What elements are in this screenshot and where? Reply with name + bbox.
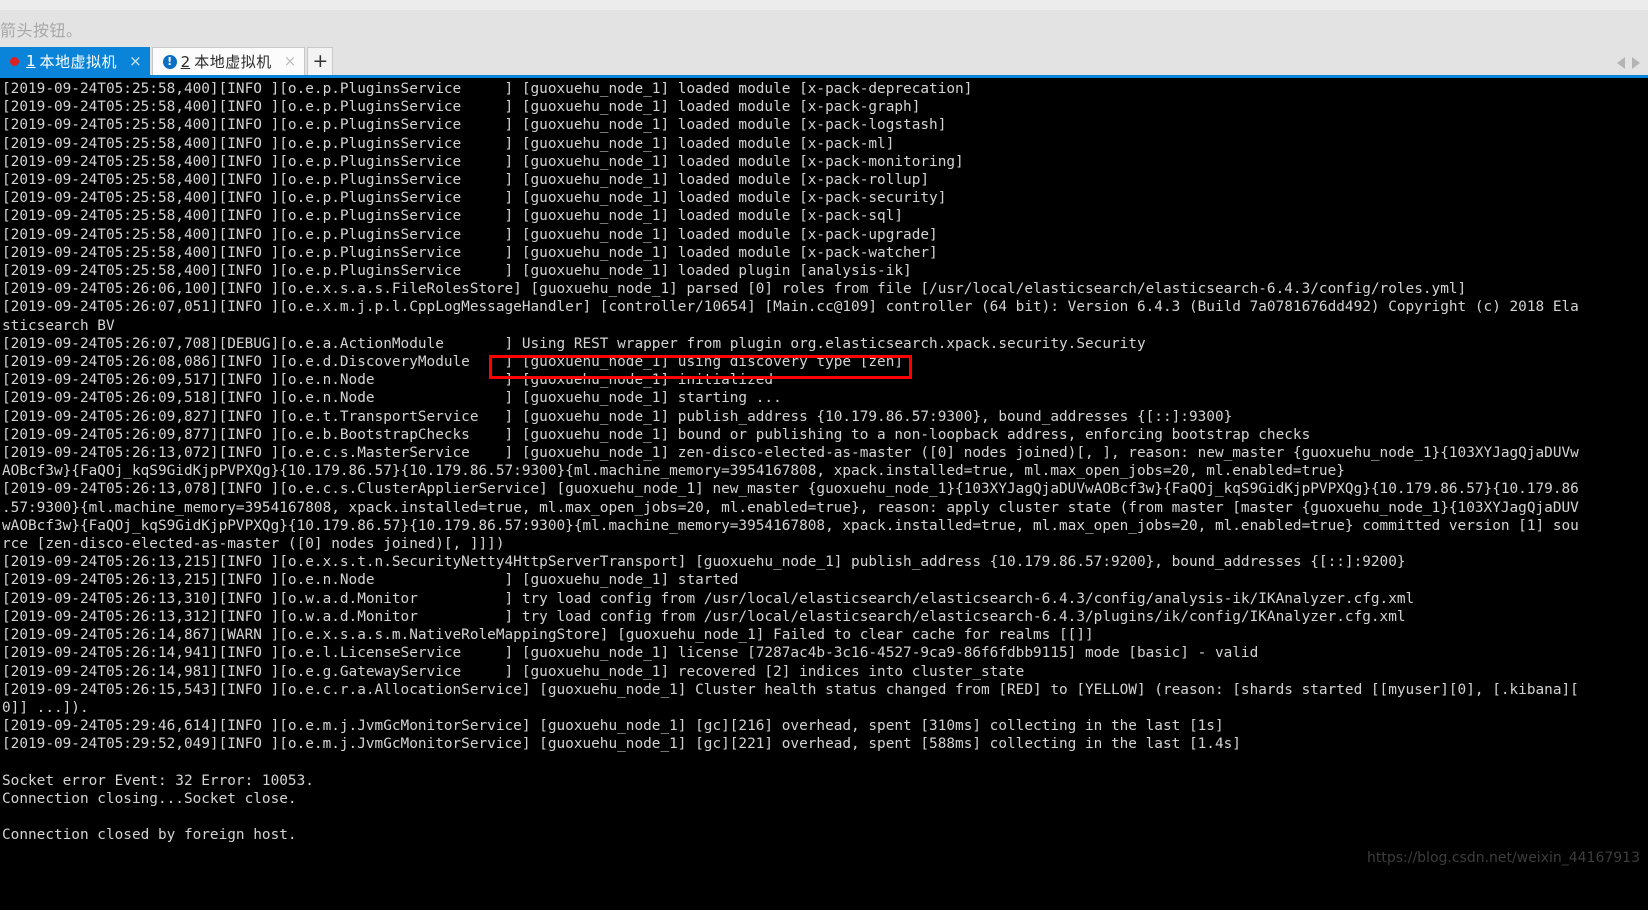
terminal-line: [2019-09-24T05:29:52,049][INFO ][o.e.m.j… (2, 736, 1241, 753)
terminal-line: AOBcf3w}{FaQOj_kqS9GidKjpPVPXQg}{10.179.… (2, 463, 1345, 480)
terminal-line: [2019-09-24T05:26:06,100][INFO ][o.e.x.s… (2, 281, 1467, 298)
terminal-line: [2019-09-24T05:25:58,400][INFO ][o.e.p.P… (2, 244, 938, 261)
chevron-left-icon[interactable] (1617, 57, 1625, 69)
terminal-line: [2019-09-24T05:29:46,614][INFO ][o.e.m.j… (2, 718, 1224, 735)
terminal-line: [2019-09-24T05:25:58,400][INFO ][o.e.p.P… (2, 190, 947, 207)
terminal-line: Socket error Event: 32 Error: 10053. (2, 772, 314, 789)
terminal-line: Connection closed by foreign host. (2, 827, 297, 844)
info-badge-icon: ! (162, 54, 177, 69)
session-tab-2[interactable]: ! 2 本地虚拟机 × (151, 47, 306, 75)
terminal-line: [2019-09-24T05:26:14,867][WARN ][o.e.x.s… (2, 627, 1094, 644)
terminal-line: [2019-09-24T05:26:07,051][INFO ][o.e.x.m… (2, 299, 1579, 316)
terminal-line: [2019-09-24T05:25:58,400][INFO ][o.e.p.P… (2, 99, 921, 116)
terminal-line: [2019-09-24T05:25:58,400][INFO ][o.e.p.P… (2, 172, 930, 189)
terminal-line-list: [2019-09-24T05:25:58,400][INFO ][o.e.p.P… (0, 80, 1648, 845)
hint-text: 箭头按钮。 (0, 21, 83, 40)
window-top-strip (0, 0, 1648, 11)
terminal-line: [2019-09-24T05:26:09,518][INFO ][o.e.n.N… (2, 390, 782, 407)
session-tab-2-index: 2 (180, 52, 191, 71)
terminal-line: [2019-09-24T05:26:09,827][INFO ][o.e.t.T… (2, 408, 1233, 425)
terminal-line: [2019-09-24T05:26:14,941][INFO ][o.e.l.L… (2, 645, 1259, 662)
session-tab-1[interactable]: 1 本地虚拟机 × (0, 47, 150, 75)
terminal-line: [2019-09-24T05:26:13,310][INFO ][o.w.a.d… (2, 590, 1415, 607)
terminal-line: .57:9300}{ml.machine_memory=3954167808, … (2, 499, 1579, 516)
chevron-right-icon[interactable] (1632, 57, 1640, 69)
terminal-line: sticsearch BV (2, 317, 115, 334)
terminal-line: [2019-09-24T05:25:58,400][INFO ][o.e.p.P… (2, 81, 973, 97)
terminal-line: [2019-09-24T05:25:58,400][INFO ][o.e.p.P… (2, 263, 912, 280)
new-tab-button[interactable]: + (307, 47, 334, 75)
terminal-line: [2019-09-24T05:25:58,400][INFO ][o.e.p.P… (2, 135, 895, 152)
terminal-line: [2019-09-24T05:26:13,078][INFO ][o.e.c.s… (2, 481, 1579, 498)
session-tab-2-label: 本地虚拟机 (194, 53, 272, 71)
red-dot-icon (10, 56, 19, 66)
session-tab-1-label: 本地虚拟机 (39, 52, 118, 71)
terminal-line: [2019-09-24T05:25:58,400][INFO ][o.e.p.P… (2, 226, 938, 243)
session-tab-bar[interactable]: 1 本地虚拟机 × ! 2 本地虚拟机 × + (0, 44, 1648, 78)
terminal-line: [2019-09-24T05:26:13,215][INFO ][o.e.n.N… (2, 572, 739, 589)
terminal-output[interactable]: [2019-09-24T05:25:58,400][INFO ][o.e.p.P… (0, 78, 1648, 910)
terminal-line: Connection closing...Socket close. (2, 790, 297, 807)
terminal-line: [2019-09-24T05:25:58,400][INFO ][o.e.p.P… (2, 208, 904, 225)
application-chrome: 箭头按钮。 1 本地虚拟机 × ! 2 本地虚拟机 × + (0, 0, 1648, 78)
terminal-line: [2019-09-24T05:26:13,072][INFO ][o.e.c.s… (2, 445, 1579, 462)
tab-scroll-controls[interactable] (1617, 57, 1648, 75)
terminal-line: [2019-09-24T05:26:08,086][INFO ][o.e.d.D… (2, 354, 904, 371)
terminal-line: [2019-09-24T05:26:09,517][INFO ][o.e.n.N… (2, 372, 774, 389)
close-icon[interactable]: × (284, 54, 297, 69)
terminal-line: [2019-09-24T05:26:14,981][INFO ][o.e.g.G… (2, 663, 1025, 680)
terminal-line: rce [zen-disco-elected-as-master ([0] no… (2, 536, 505, 553)
terminal-line: [2019-09-24T05:26:13,312][INFO ][o.w.a.d… (2, 608, 1406, 625)
terminal-line: [2019-09-24T05:25:58,400][INFO ][o.e.p.P… (2, 117, 947, 134)
close-icon[interactable]: × (129, 53, 142, 69)
terminal-line: 0]] ...]). (2, 699, 89, 716)
terminal-line: wAOBcf3w}{FaQOj_kqS9GidKjpPVPXQg}{10.179… (2, 517, 1579, 534)
terminal-line: [2019-09-24T05:25:58,400][INFO ][o.e.p.P… (2, 153, 964, 170)
terminal-line: [2019-09-24T05:26:13,215][INFO ][o.e.x.s… (2, 554, 1406, 571)
watermark-text: https://blog.csdn.net/weixin_44167913 (1366, 850, 1640, 866)
terminal-line: [2019-09-24T05:26:07,708][DEBUG][o.e.a.A… (2, 335, 1146, 352)
terminal-line: [2019-09-24T05:26:15,543][INFO ][o.e.c.r… (2, 681, 1579, 698)
terminal-line: [2019-09-24T05:26:09,877][INFO ][o.e.b.B… (2, 426, 1311, 443)
session-tab-1-index: 1 (26, 52, 36, 70)
hint-bar: 箭头按钮。 (0, 11, 1648, 44)
